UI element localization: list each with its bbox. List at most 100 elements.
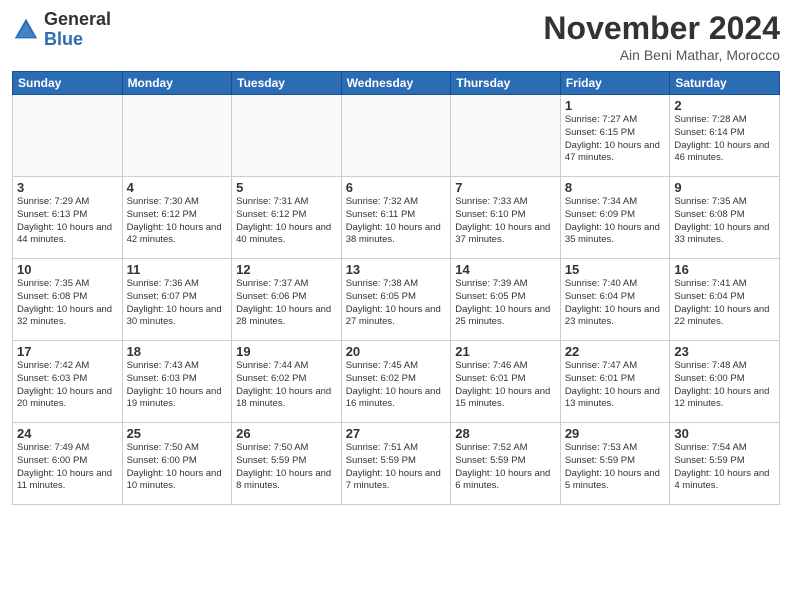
day-number-2-3: 13 <box>346 262 447 277</box>
day-number-4-0: 24 <box>17 426 118 441</box>
day-info-1-6: Sunrise: 7:35 AM Sunset: 6:08 PM Dayligh… <box>674 196 775 247</box>
day-number-3-5: 22 <box>565 344 666 359</box>
day-info-0-6: Sunrise: 7:28 AM Sunset: 6:14 PM Dayligh… <box>674 114 775 165</box>
week-row-4: 24Sunrise: 7:49 AM Sunset: 6:00 PM Dayli… <box>13 423 780 505</box>
day-info-1-5: Sunrise: 7:34 AM Sunset: 6:09 PM Dayligh… <box>565 196 666 247</box>
day-number-4-3: 27 <box>346 426 447 441</box>
day-number-1-4: 7 <box>455 180 556 195</box>
calendar-cell-2-6: 16Sunrise: 7:41 AM Sunset: 6:04 PM Dayli… <box>670 259 780 341</box>
calendar-cell-3-0: 17Sunrise: 7:42 AM Sunset: 6:03 PM Dayli… <box>13 341 123 423</box>
calendar-cell-1-4: 7Sunrise: 7:33 AM Sunset: 6:10 PM Daylig… <box>451 177 561 259</box>
day-number-4-6: 30 <box>674 426 775 441</box>
calendar-cell-3-4: 21Sunrise: 7:46 AM Sunset: 6:01 PM Dayli… <box>451 341 561 423</box>
day-info-4-4: Sunrise: 7:52 AM Sunset: 5:59 PM Dayligh… <box>455 442 556 493</box>
calendar-cell-3-2: 19Sunrise: 7:44 AM Sunset: 6:02 PM Dayli… <box>232 341 342 423</box>
calendar-table: Sunday Monday Tuesday Wednesday Thursday… <box>12 71 780 505</box>
header-thursday: Thursday <box>451 72 561 95</box>
day-info-4-0: Sunrise: 7:49 AM Sunset: 6:00 PM Dayligh… <box>17 442 118 493</box>
calendar-cell-1-1: 4Sunrise: 7:30 AM Sunset: 6:12 PM Daylig… <box>122 177 232 259</box>
day-info-3-4: Sunrise: 7:46 AM Sunset: 6:01 PM Dayligh… <box>455 360 556 411</box>
day-number-2-6: 16 <box>674 262 775 277</box>
week-row-0: 1Sunrise: 7:27 AM Sunset: 6:15 PM Daylig… <box>13 95 780 177</box>
location: Ain Beni Mathar, Morocco <box>543 47 780 63</box>
calendar-cell-4-2: 26Sunrise: 7:50 AM Sunset: 5:59 PM Dayli… <box>232 423 342 505</box>
calendar-cell-4-3: 27Sunrise: 7:51 AM Sunset: 5:59 PM Dayli… <box>341 423 451 505</box>
calendar-cell-3-5: 22Sunrise: 7:47 AM Sunset: 6:01 PM Dayli… <box>560 341 670 423</box>
day-number-3-1: 18 <box>127 344 228 359</box>
calendar-cell-1-0: 3Sunrise: 7:29 AM Sunset: 6:13 PM Daylig… <box>13 177 123 259</box>
calendar-cell-3-6: 23Sunrise: 7:48 AM Sunset: 6:00 PM Dayli… <box>670 341 780 423</box>
calendar-cell-2-1: 11Sunrise: 7:36 AM Sunset: 6:07 PM Dayli… <box>122 259 232 341</box>
day-number-2-2: 12 <box>236 262 337 277</box>
calendar-cell-0-5: 1Sunrise: 7:27 AM Sunset: 6:15 PM Daylig… <box>560 95 670 177</box>
day-number-1-1: 4 <box>127 180 228 195</box>
calendar-cell-0-0 <box>13 95 123 177</box>
calendar-cell-3-1: 18Sunrise: 7:43 AM Sunset: 6:03 PM Dayli… <box>122 341 232 423</box>
day-number-3-6: 23 <box>674 344 775 359</box>
day-info-4-5: Sunrise: 7:53 AM Sunset: 5:59 PM Dayligh… <box>565 442 666 493</box>
day-info-3-6: Sunrise: 7:48 AM Sunset: 6:00 PM Dayligh… <box>674 360 775 411</box>
day-info-1-1: Sunrise: 7:30 AM Sunset: 6:12 PM Dayligh… <box>127 196 228 247</box>
day-info-3-0: Sunrise: 7:42 AM Sunset: 6:03 PM Dayligh… <box>17 360 118 411</box>
day-number-2-0: 10 <box>17 262 118 277</box>
week-row-2: 10Sunrise: 7:35 AM Sunset: 6:08 PM Dayli… <box>13 259 780 341</box>
header-friday: Friday <box>560 72 670 95</box>
day-info-2-5: Sunrise: 7:40 AM Sunset: 6:04 PM Dayligh… <box>565 278 666 329</box>
header-wednesday: Wednesday <box>341 72 451 95</box>
day-info-3-2: Sunrise: 7:44 AM Sunset: 6:02 PM Dayligh… <box>236 360 337 411</box>
calendar-cell-1-6: 9Sunrise: 7:35 AM Sunset: 6:08 PM Daylig… <box>670 177 780 259</box>
day-number-3-0: 17 <box>17 344 118 359</box>
calendar-cell-1-5: 8Sunrise: 7:34 AM Sunset: 6:09 PM Daylig… <box>560 177 670 259</box>
logo-general: General <box>44 10 111 30</box>
week-row-1: 3Sunrise: 7:29 AM Sunset: 6:13 PM Daylig… <box>13 177 780 259</box>
day-number-0-5: 1 <box>565 98 666 113</box>
calendar-cell-0-4 <box>451 95 561 177</box>
calendar-cell-2-5: 15Sunrise: 7:40 AM Sunset: 6:04 PM Dayli… <box>560 259 670 341</box>
calendar-cell-2-0: 10Sunrise: 7:35 AM Sunset: 6:08 PM Dayli… <box>13 259 123 341</box>
day-number-1-0: 3 <box>17 180 118 195</box>
calendar-cell-0-6: 2Sunrise: 7:28 AM Sunset: 6:14 PM Daylig… <box>670 95 780 177</box>
main-container: General Blue November 2024 Ain Beni Math… <box>0 0 792 513</box>
day-info-2-4: Sunrise: 7:39 AM Sunset: 6:05 PM Dayligh… <box>455 278 556 329</box>
day-number-3-2: 19 <box>236 344 337 359</box>
day-info-1-0: Sunrise: 7:29 AM Sunset: 6:13 PM Dayligh… <box>17 196 118 247</box>
calendar-cell-2-2: 12Sunrise: 7:37 AM Sunset: 6:06 PM Dayli… <box>232 259 342 341</box>
day-number-1-3: 6 <box>346 180 447 195</box>
calendar-header-row: Sunday Monday Tuesday Wednesday Thursday… <box>13 72 780 95</box>
day-info-1-4: Sunrise: 7:33 AM Sunset: 6:10 PM Dayligh… <box>455 196 556 247</box>
header-monday: Monday <box>122 72 232 95</box>
logo-blue: Blue <box>44 30 111 50</box>
header: General Blue November 2024 Ain Beni Math… <box>12 10 780 63</box>
calendar-cell-0-2 <box>232 95 342 177</box>
day-info-0-5: Sunrise: 7:27 AM Sunset: 6:15 PM Dayligh… <box>565 114 666 165</box>
day-number-1-6: 9 <box>674 180 775 195</box>
day-info-1-3: Sunrise: 7:32 AM Sunset: 6:11 PM Dayligh… <box>346 196 447 247</box>
calendar-cell-2-4: 14Sunrise: 7:39 AM Sunset: 6:05 PM Dayli… <box>451 259 561 341</box>
header-saturday: Saturday <box>670 72 780 95</box>
day-info-1-2: Sunrise: 7:31 AM Sunset: 6:12 PM Dayligh… <box>236 196 337 247</box>
calendar-cell-2-3: 13Sunrise: 7:38 AM Sunset: 6:05 PM Dayli… <box>341 259 451 341</box>
day-number-4-5: 29 <box>565 426 666 441</box>
day-number-2-1: 11 <box>127 262 228 277</box>
logo: General Blue <box>12 10 111 50</box>
day-info-4-6: Sunrise: 7:54 AM Sunset: 5:59 PM Dayligh… <box>674 442 775 493</box>
day-number-1-2: 5 <box>236 180 337 195</box>
day-number-4-4: 28 <box>455 426 556 441</box>
day-number-4-1: 25 <box>127 426 228 441</box>
day-info-4-1: Sunrise: 7:50 AM Sunset: 6:00 PM Dayligh… <box>127 442 228 493</box>
day-number-3-4: 21 <box>455 344 556 359</box>
day-info-4-2: Sunrise: 7:50 AM Sunset: 5:59 PM Dayligh… <box>236 442 337 493</box>
calendar-cell-1-3: 6Sunrise: 7:32 AM Sunset: 6:11 PM Daylig… <box>341 177 451 259</box>
day-info-3-3: Sunrise: 7:45 AM Sunset: 6:02 PM Dayligh… <box>346 360 447 411</box>
calendar-cell-0-1 <box>122 95 232 177</box>
day-info-2-2: Sunrise: 7:37 AM Sunset: 6:06 PM Dayligh… <box>236 278 337 329</box>
logo-text: General Blue <box>44 10 111 50</box>
calendar-cell-3-3: 20Sunrise: 7:45 AM Sunset: 6:02 PM Dayli… <box>341 341 451 423</box>
day-number-2-4: 14 <box>455 262 556 277</box>
day-info-2-3: Sunrise: 7:38 AM Sunset: 6:05 PM Dayligh… <box>346 278 447 329</box>
calendar-cell-4-1: 25Sunrise: 7:50 AM Sunset: 6:00 PM Dayli… <box>122 423 232 505</box>
day-number-3-3: 20 <box>346 344 447 359</box>
day-number-2-5: 15 <box>565 262 666 277</box>
day-number-1-5: 8 <box>565 180 666 195</box>
day-info-2-6: Sunrise: 7:41 AM Sunset: 6:04 PM Dayligh… <box>674 278 775 329</box>
